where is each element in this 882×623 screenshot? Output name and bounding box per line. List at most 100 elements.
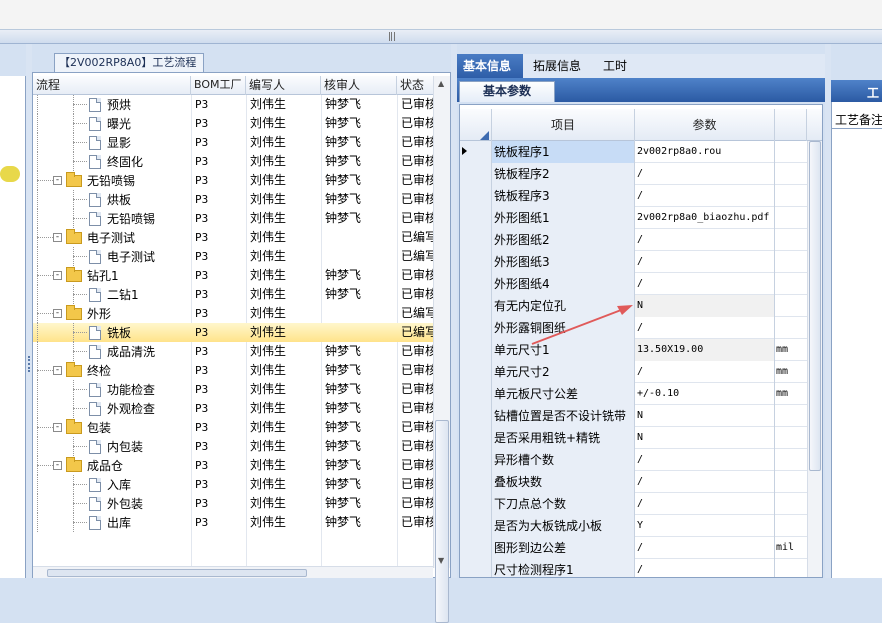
tree-hscroll-thumb[interactable]: [47, 569, 307, 577]
tree-row[interactable]: 烘板 P3 刘伟生 钟梦飞 已审核: [33, 190, 433, 209]
tree-row[interactable]: - 包装 P3 刘伟生 钟梦飞 已审核: [33, 418, 433, 437]
param-value[interactable]: /: [635, 163, 775, 185]
tree-row[interactable]: 出库 P3 刘伟生 钟梦飞 已审核: [33, 513, 433, 532]
tree-node[interactable]: 显影: [89, 133, 131, 152]
collapse-toggle-icon[interactable]: -: [53, 309, 62, 318]
tree-node[interactable]: 成品清洗: [89, 342, 155, 361]
row-selector[interactable]: [460, 251, 492, 273]
tree-row[interactable]: 外包装 P3 刘伟生 钟梦飞 已审核: [33, 494, 433, 513]
param-value[interactable]: N: [635, 295, 775, 317]
column-header-bom[interactable]: BOM工厂: [191, 76, 246, 95]
grid-scroll-thumb[interactable]: [809, 141, 821, 471]
param-row[interactable]: 异形槽个数 /: [460, 449, 807, 471]
column-header-author[interactable]: 编写人: [246, 76, 321, 95]
tree-node[interactable]: 功能检查: [89, 380, 155, 399]
splitter-grip-icon[interactable]: [28, 356, 30, 372]
tree-node[interactable]: 烘板: [89, 190, 131, 209]
param-value[interactable]: N: [635, 427, 775, 449]
row-selector[interactable]: [460, 229, 492, 251]
param-value[interactable]: /: [635, 185, 775, 207]
row-selector[interactable]: [460, 339, 492, 361]
tab-work-hours[interactable]: 工时: [597, 54, 637, 78]
tree-node[interactable]: 铣板: [89, 323, 131, 342]
tree-row[interactable]: 预烘 P3 刘伟生 钟梦飞 已审核: [33, 95, 433, 114]
param-value[interactable]: Y: [635, 515, 775, 537]
param-row[interactable]: 外形露铜图纸 /: [460, 317, 807, 339]
param-value[interactable]: 2v002rp8a0_biaozhu.pdf: [635, 207, 775, 229]
column-header-param[interactable]: 参数: [635, 109, 775, 141]
collapse-toggle-icon[interactable]: -: [53, 423, 62, 432]
param-row[interactable]: 是否为大板铣成小板 Y: [460, 515, 807, 537]
param-row[interactable]: 外形图纸4/: [460, 273, 807, 295]
param-value[interactable]: /: [635, 317, 775, 339]
collapse-toggle-icon[interactable]: -: [53, 233, 62, 242]
row-selector[interactable]: [460, 515, 492, 537]
param-value[interactable]: 13.50X19.00: [635, 339, 775, 361]
row-selector[interactable]: [460, 559, 492, 577]
param-row[interactable]: 钻槽位置是否不设计铣带 N: [460, 405, 807, 427]
tree-row[interactable]: 无铅喷锡 P3 刘伟生 钟梦飞 已审核: [33, 209, 433, 228]
param-row[interactable]: 单元尺寸2/mm: [460, 361, 807, 383]
row-selector[interactable]: [460, 295, 492, 317]
tree-node[interactable]: - 包装: [53, 418, 111, 437]
tree-row[interactable]: - 外形 P3 刘伟生 已编写: [33, 304, 433, 323]
row-selector[interactable]: [460, 141, 492, 163]
param-row[interactable]: 叠板块数 /: [460, 471, 807, 493]
param-row[interactable]: 外形图纸2/: [460, 229, 807, 251]
param-value[interactable]: N: [635, 405, 775, 427]
tree-node[interactable]: - 成品仓: [53, 456, 123, 475]
tree-node[interactable]: 出库: [89, 513, 131, 532]
param-row[interactable]: 有无内定位孔 N: [460, 295, 807, 317]
row-selector[interactable]: [460, 163, 492, 185]
param-row[interactable]: 下刀点总个数 /: [460, 493, 807, 515]
row-selector[interactable]: [460, 493, 492, 515]
param-row[interactable]: 外形图纸3/: [460, 251, 807, 273]
tree-node[interactable]: - 终检: [53, 361, 111, 380]
row-selector[interactable]: [460, 449, 492, 471]
param-value[interactable]: /: [635, 229, 775, 251]
tree-row[interactable]: 显影 P3 刘伟生 钟梦飞 已审核: [33, 133, 433, 152]
tree-row[interactable]: 功能检查 P3 刘伟生 钟梦飞 已审核: [33, 380, 433, 399]
column-header-unit[interactable]: [775, 109, 807, 141]
param-value[interactable]: 2v002rp8a0.rou: [635, 141, 775, 163]
row-selector[interactable]: [460, 273, 492, 295]
param-value[interactable]: /: [635, 493, 775, 515]
param-value[interactable]: /: [635, 273, 775, 295]
param-value[interactable]: /: [635, 361, 775, 383]
column-header-item[interactable]: 项目: [492, 109, 635, 141]
tree-row[interactable]: 成品清洗 P3 刘伟生 钟梦飞 已审核: [33, 342, 433, 361]
column-header-reviewer[interactable]: 核审人: [321, 76, 397, 95]
process-tab[interactable]: 【2V002RP8A0】工艺流程: [54, 53, 204, 72]
tree-node[interactable]: 外观检查: [89, 399, 155, 418]
splitter-grip-icon[interactable]: [389, 32, 395, 41]
tree-scroll-thumb[interactable]: [435, 420, 449, 623]
tree-node[interactable]: 曝光: [89, 114, 131, 133]
horizontal-splitter[interactable]: [0, 30, 882, 44]
tree-row[interactable]: - 无铅喷锡 P3 刘伟生 钟梦飞 已审核: [33, 171, 433, 190]
param-row[interactable]: 铣板程序1 2v002rp8a0.rou: [460, 141, 807, 163]
row-selector[interactable]: [460, 427, 492, 449]
tree-node[interactable]: 预烘: [89, 95, 131, 114]
collapse-toggle-icon[interactable]: -: [53, 176, 62, 185]
tree-row[interactable]: 外观检查 P3 刘伟生 钟梦飞 已审核: [33, 399, 433, 418]
column-header-process[interactable]: 流程: [33, 76, 191, 95]
param-row[interactable]: 铣板程序3/: [460, 185, 807, 207]
collapse-toggle-icon[interactable]: -: [53, 271, 62, 280]
param-value[interactable]: /: [635, 471, 775, 493]
row-selector[interactable]: [460, 361, 492, 383]
param-row[interactable]: 铣板程序2/: [460, 163, 807, 185]
comment-bubble-icon[interactable]: [0, 166, 20, 182]
row-selector[interactable]: [460, 185, 492, 207]
tree-row[interactable]: 入库 P3 刘伟生 钟梦飞 已审核: [33, 475, 433, 494]
middle-vertical-splitter[interactable]: [451, 44, 457, 578]
tree-row[interactable]: - 成品仓 P3 刘伟生 钟梦飞 已审核: [33, 456, 433, 475]
tab-extended-info[interactable]: 拓展信息: [527, 54, 591, 78]
param-row[interactable]: 图形到边公差 / mil: [460, 537, 807, 559]
param-row[interactable]: 尺寸检测程序1/: [460, 559, 807, 577]
column-header-status[interactable]: 状态: [397, 76, 433, 95]
row-selector[interactable]: [460, 471, 492, 493]
tab-basic-params[interactable]: 基本参数: [459, 81, 555, 102]
row-selector[interactable]: [460, 537, 492, 559]
tree-node[interactable]: 二钻1: [89, 285, 139, 304]
tree-row[interactable]: 内包装 P3 刘伟生 钟梦飞 已审核: [33, 437, 433, 456]
